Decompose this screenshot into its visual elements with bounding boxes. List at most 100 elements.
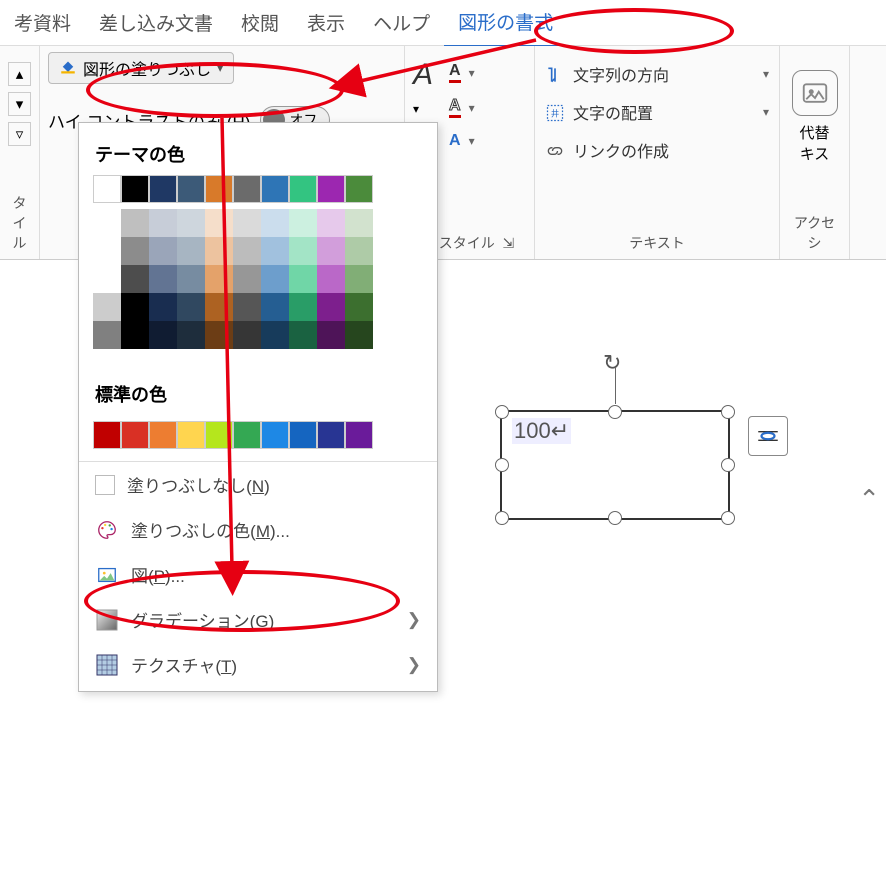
theme-tint-swatch[interactable] [93, 265, 121, 293]
theme-tint-swatch[interactable] [177, 209, 205, 237]
theme-tint-swatch[interactable] [317, 321, 345, 349]
theme-tint-swatch[interactable] [177, 237, 205, 265]
theme-tint-swatch[interactable] [289, 237, 317, 265]
picture-fill-item[interactable]: 図(P)... [79, 552, 437, 597]
tab-references[interactable]: 考資料 [0, 0, 85, 46]
theme-color-swatch[interactable] [233, 175, 261, 203]
gradient-fill-item[interactable]: グラデーション(G) ❯ [79, 597, 437, 642]
theme-tint-swatch[interactable] [317, 237, 345, 265]
theme-tint-swatch[interactable] [177, 321, 205, 349]
theme-tint-swatch[interactable] [317, 293, 345, 321]
resize-handle[interactable] [495, 405, 509, 419]
resize-handle[interactable] [495, 458, 509, 472]
theme-tint-swatch[interactable] [345, 321, 373, 349]
theme-tint-swatch[interactable] [121, 293, 149, 321]
theme-tint-swatch[interactable] [121, 265, 149, 293]
theme-color-swatch[interactable] [345, 175, 373, 203]
theme-tint-swatch[interactable] [177, 265, 205, 293]
theme-tint-swatch[interactable] [121, 237, 149, 265]
theme-tint-swatch[interactable] [289, 293, 317, 321]
text-effects-button[interactable]: A▾ [447, 128, 477, 154]
resize-handle[interactable] [608, 511, 622, 525]
theme-tint-swatch[interactable] [345, 293, 373, 321]
theme-tint-swatch[interactable] [261, 293, 289, 321]
theme-tint-swatch[interactable] [233, 237, 261, 265]
theme-color-swatch[interactable] [149, 175, 177, 203]
theme-tint-swatch[interactable] [93, 209, 121, 237]
align-text-button[interactable]: 井 文字の配置▾ [543, 96, 771, 128]
text-fill-button[interactable]: A▾ [447, 58, 477, 87]
more-fill-colors-item[interactable]: 塗りつぶしの色(M)... [79, 507, 437, 552]
text-outline-button[interactable]: A▾ [447, 93, 477, 122]
theme-color-swatch[interactable] [261, 175, 289, 203]
theme-tint-swatch[interactable] [149, 265, 177, 293]
standard-color-swatch[interactable] [317, 421, 345, 449]
resize-handle[interactable] [721, 458, 735, 472]
theme-tint-swatch[interactable] [261, 265, 289, 293]
theme-tint-swatch[interactable] [149, 321, 177, 349]
gallery-more-icon[interactable]: ▿ [8, 122, 31, 146]
theme-tint-swatch[interactable] [205, 209, 233, 237]
theme-tint-swatch[interactable] [93, 237, 121, 265]
theme-tint-swatch[interactable] [93, 293, 121, 321]
theme-tint-swatch[interactable] [149, 237, 177, 265]
collapse-ribbon-button[interactable]: ⌃ [858, 484, 880, 515]
standard-color-swatch[interactable] [177, 421, 205, 449]
wordart-preview-icon[interactable]: A [413, 58, 433, 92]
resize-handle[interactable] [721, 405, 735, 419]
theme-tint-swatch[interactable] [261, 237, 289, 265]
theme-tint-swatch[interactable] [177, 293, 205, 321]
theme-tint-swatch[interactable] [289, 321, 317, 349]
resize-handle[interactable] [608, 405, 622, 419]
alt-text-icon[interactable] [792, 70, 838, 116]
gallery-scroll-up-icon[interactable]: ▴ [8, 62, 31, 86]
theme-tint-swatch[interactable] [205, 321, 233, 349]
theme-tint-swatch[interactable] [233, 293, 261, 321]
theme-color-swatch[interactable] [205, 175, 233, 203]
theme-color-swatch[interactable] [317, 175, 345, 203]
standard-color-swatch[interactable] [121, 421, 149, 449]
theme-color-swatch[interactable] [121, 175, 149, 203]
theme-tint-swatch[interactable] [205, 265, 233, 293]
standard-color-swatch[interactable] [93, 421, 121, 449]
resize-handle[interactable] [721, 511, 735, 525]
standard-color-swatch[interactable] [233, 421, 261, 449]
theme-color-swatch[interactable] [93, 175, 121, 203]
selected-textbox[interactable]: 100↵ ↻ [500, 410, 730, 520]
wordart-more-icon[interactable]: ▾ [413, 102, 433, 116]
no-fill-item[interactable]: 塗りつぶしなし(N) [79, 462, 437, 507]
theme-tint-swatch[interactable] [121, 209, 149, 237]
theme-tint-swatch[interactable] [345, 237, 373, 265]
theme-tint-swatch[interactable] [149, 293, 177, 321]
tab-help[interactable]: ヘルプ [359, 0, 444, 46]
standard-color-swatch[interactable] [261, 421, 289, 449]
layout-options-button[interactable] [748, 416, 788, 456]
theme-tint-swatch[interactable] [289, 209, 317, 237]
theme-tint-swatch[interactable] [289, 265, 317, 293]
gallery-scroll-down-icon[interactable]: ▾ [8, 92, 31, 116]
shape-fill-button[interactable]: 図形の塗りつぶし ▾ [48, 52, 234, 84]
tab-shape-format[interactable]: 図形の書式 [444, 0, 567, 48]
theme-tint-swatch[interactable] [345, 209, 373, 237]
theme-tint-swatch[interactable] [261, 209, 289, 237]
theme-tint-swatch[interactable] [205, 237, 233, 265]
rotation-handle-icon[interactable]: ↻ [603, 350, 621, 376]
standard-color-swatch[interactable] [345, 421, 373, 449]
textbox-text[interactable]: 100↵ [512, 418, 571, 444]
theme-tint-swatch[interactable] [121, 321, 149, 349]
theme-tint-swatch[interactable] [205, 293, 233, 321]
theme-tint-swatch[interactable] [317, 265, 345, 293]
theme-color-swatch[interactable] [289, 175, 317, 203]
standard-color-swatch[interactable] [149, 421, 177, 449]
theme-tint-swatch[interactable] [345, 265, 373, 293]
theme-tint-swatch[interactable] [317, 209, 345, 237]
tab-view[interactable]: 表示 [293, 0, 359, 46]
tab-mailings[interactable]: 差し込み文書 [85, 0, 227, 46]
theme-tint-swatch[interactable] [93, 321, 121, 349]
create-link-button[interactable]: リンクの作成 [543, 134, 771, 166]
standard-color-swatch[interactable] [205, 421, 233, 449]
text-direction-button[interactable]: 文字列の方向▾ [543, 58, 771, 90]
theme-tint-swatch[interactable] [233, 321, 261, 349]
theme-color-swatch[interactable] [177, 175, 205, 203]
texture-fill-item[interactable]: テクスチャ(T) ❯ [79, 642, 437, 687]
